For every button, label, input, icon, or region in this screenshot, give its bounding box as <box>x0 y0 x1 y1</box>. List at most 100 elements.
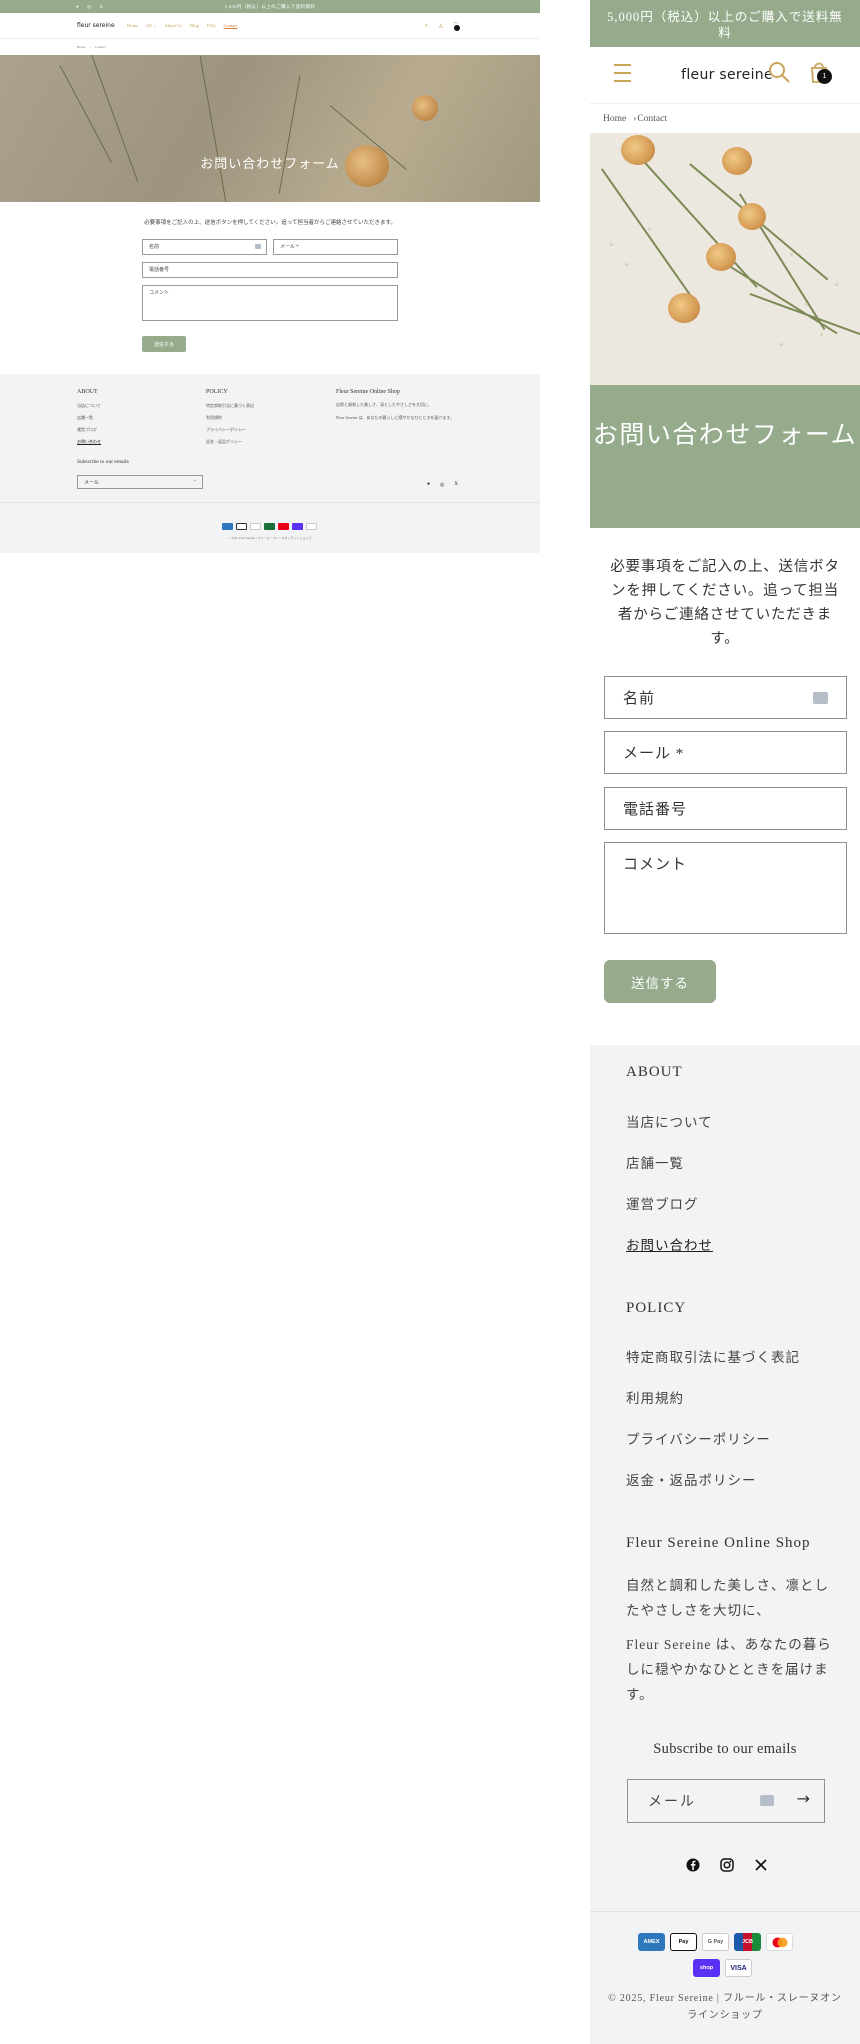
footer-link[interactable]: 利用規約 <box>206 412 254 424</box>
footer-link[interactable]: 特定商取引法に基づく表記 <box>206 400 254 412</box>
breadcrumb-current: Contact <box>94 45 106 49</box>
instagram-icon[interactable]: ◎ <box>87 4 91 10</box>
breadcrumb: Home › Contact <box>0 39 540 55</box>
phone-label: 電話番号 <box>149 268 170 273</box>
footer-link[interactable]: お問い合わせ <box>77 436 101 448</box>
footer-link[interactable]: お問い合わせ <box>626 1234 713 1254</box>
footer-shop-text-2: Fleur Sereine は、あなたの暮らしに穏やかなひとときを届けます。 <box>626 1637 832 1702</box>
footer-link[interactable]: 運営ブログ <box>626 1193 699 1213</box>
email-field[interactable]: メール * <box>273 239 398 255</box>
footer-policy: POLICY 特定商取引法に基づく表記 利用規約 プライバシーポリシー 返金・返… <box>206 386 254 448</box>
submit-arrow-icon[interactable]: → <box>797 1789 812 1808</box>
breadcrumb-separator: › <box>633 113 637 124</box>
search-icon[interactable]: ⌕ <box>425 23 428 30</box>
submit-button[interactable]: 送信する <box>142 336 186 352</box>
footer-link[interactable]: 当店について <box>626 1111 713 1131</box>
shop-pay-icon: shop <box>693 1959 720 1977</box>
comment-field[interactable]: コメント <box>142 285 398 321</box>
nav-faq[interactable]: FAQ <box>207 23 216 29</box>
search-icon[interactable] <box>768 61 790 83</box>
jcb-icon: JCB <box>734 1933 761 1951</box>
account-icon[interactable]: ♙ <box>438 23 443 30</box>
footer-about-heading: ABOUT <box>77 389 98 395</box>
logo[interactable]: fleur sereine <box>681 67 773 83</box>
footer-shop-heading: Fleur Sereine Online Shop <box>626 1535 811 1551</box>
phone-field[interactable]: 電話番号 <box>142 262 398 278</box>
menu-icon[interactable] <box>614 64 631 82</box>
nav-blog[interactable]: Blog <box>190 23 199 29</box>
announcement-social: ● ◎ X <box>76 4 103 10</box>
mastercard-icon <box>766 1933 793 1951</box>
footer-social: ● ◎ X <box>427 482 458 488</box>
keypass-icon[interactable] <box>760 1795 774 1806</box>
hero-image <box>590 133 860 385</box>
main-nav: Home All ⌄ About Us Blog FAQ Contact <box>127 23 238 29</box>
announcement-bar: 5,000円（税込）以上のご購入で送料無料 <box>590 0 860 47</box>
breadcrumb-home[interactable]: Home <box>603 114 626 124</box>
comment-field[interactable]: コメント <box>604 842 847 934</box>
email-field[interactable]: メール * <box>604 731 847 774</box>
nav-about[interactable]: About Us <box>165 23 182 29</box>
footer-link[interactable]: 特定商取引法に基づく表記 <box>626 1346 800 1366</box>
phone-field[interactable]: 電話番号 <box>604 787 847 830</box>
footer-shop-text-1: 自然と調和した美しさ、凛としたやさしさを大切に、 <box>336 402 432 407</box>
facebook-icon[interactable]: ● <box>76 4 79 10</box>
footer-link[interactable]: 返金・返品ポリシー <box>626 1469 757 1489</box>
footer-shop-text-2: Fleur Sereine は、あなたの暮らしに穏やかなひとときを届けます。 <box>336 415 454 420</box>
footer-link[interactable]: プライバシーポリシー <box>206 424 254 436</box>
instagram-icon[interactable]: ◎ <box>440 482 444 488</box>
copyright: © 2025, Fleur Sereine | フルール・スレーヌオンラインショ… <box>608 1993 842 2021</box>
x-icon[interactable] <box>754 1858 768 1872</box>
page-title: お問い合わせフォーム <box>590 385 860 528</box>
footer-link[interactable]: 利用規約 <box>626 1387 684 1407</box>
google-pay-icon <box>250 523 261 530</box>
footer-link[interactable]: 当店について <box>77 400 101 412</box>
footer-divider <box>590 1911 860 1912</box>
email-placeholder: メール <box>648 1795 696 1810</box>
intro-text: 必要事項をご記入の上、送信ボタンを押してください。追って担当者からご連絡させてい… <box>610 559 840 647</box>
copyright: © 2025, Fleur Sereine | フルール・スレーヌオンラインショ… <box>228 536 312 540</box>
keypass-icon[interactable] <box>255 244 261 249</box>
shop-pay-icon <box>292 523 303 530</box>
facebook-icon[interactable]: ● <box>427 482 430 488</box>
newsletter-email-input[interactable]: メール → <box>77 475 203 489</box>
email-label: メール * <box>623 746 685 762</box>
footer-link[interactable]: 返金・返品ポリシー <box>206 436 254 448</box>
amex-icon: AMEX <box>638 1933 665 1951</box>
instagram-icon[interactable] <box>720 1858 734 1872</box>
footer-link[interactable]: 店舗一覧 <box>77 412 101 424</box>
footer-divider <box>0 502 540 503</box>
email-placeholder: メール <box>84 481 100 486</box>
page-title: お問い合わせフォーム <box>200 156 340 171</box>
facebook-icon[interactable] <box>686 1858 700 1872</box>
breadcrumb-home[interactable]: Home <box>77 45 86 49</box>
subscribe-heading: Subscribe to our emails <box>653 1741 797 1757</box>
keypass-icon[interactable] <box>813 692 828 704</box>
x-icon[interactable]: X <box>454 482 458 488</box>
nav-home[interactable]: Home <box>127 23 138 29</box>
subscribe-heading: Subscribe to our emails <box>77 459 129 465</box>
jcb-icon <box>264 523 275 530</box>
email-label: メール * <box>280 245 299 250</box>
x-icon[interactable]: X <box>99 4 103 10</box>
breadcrumb-current: Contact <box>637 113 667 124</box>
footer-link[interactable]: 運営ブログ <box>77 424 101 436</box>
submit-button[interactable]: 送信する <box>604 960 716 1003</box>
submit-arrow-icon[interactable]: → <box>192 478 197 483</box>
footer-link[interactable]: 店舗一覧 <box>626 1152 684 1172</box>
footer-policy-heading: POLICY <box>626 1300 687 1316</box>
name-field[interactable]: 名前 <box>142 239 267 255</box>
nav-all[interactable]: All ⌄ <box>146 23 157 29</box>
nav-contact[interactable]: Contact <box>224 23 238 29</box>
announcement-text: 5,000円（税込）以上のご購入で送料無料 <box>224 3 316 9</box>
site-header: fleur sereine Home All ⌄ About Us Blog F… <box>0 13 540 39</box>
breadcrumb-separator: › <box>89 45 91 49</box>
visa-icon <box>306 523 317 530</box>
name-field[interactable]: 名前 <box>604 676 847 719</box>
newsletter-email-input[interactable]: メール → <box>627 1779 825 1823</box>
footer-link[interactable]: プライバシーポリシー <box>626 1428 771 1448</box>
amex-icon <box>222 523 233 530</box>
visa-icon: VISA <box>725 1959 752 1977</box>
logo[interactable]: fleur sereine <box>77 22 127 29</box>
breadcrumb: Home › Contact <box>590 103 860 133</box>
